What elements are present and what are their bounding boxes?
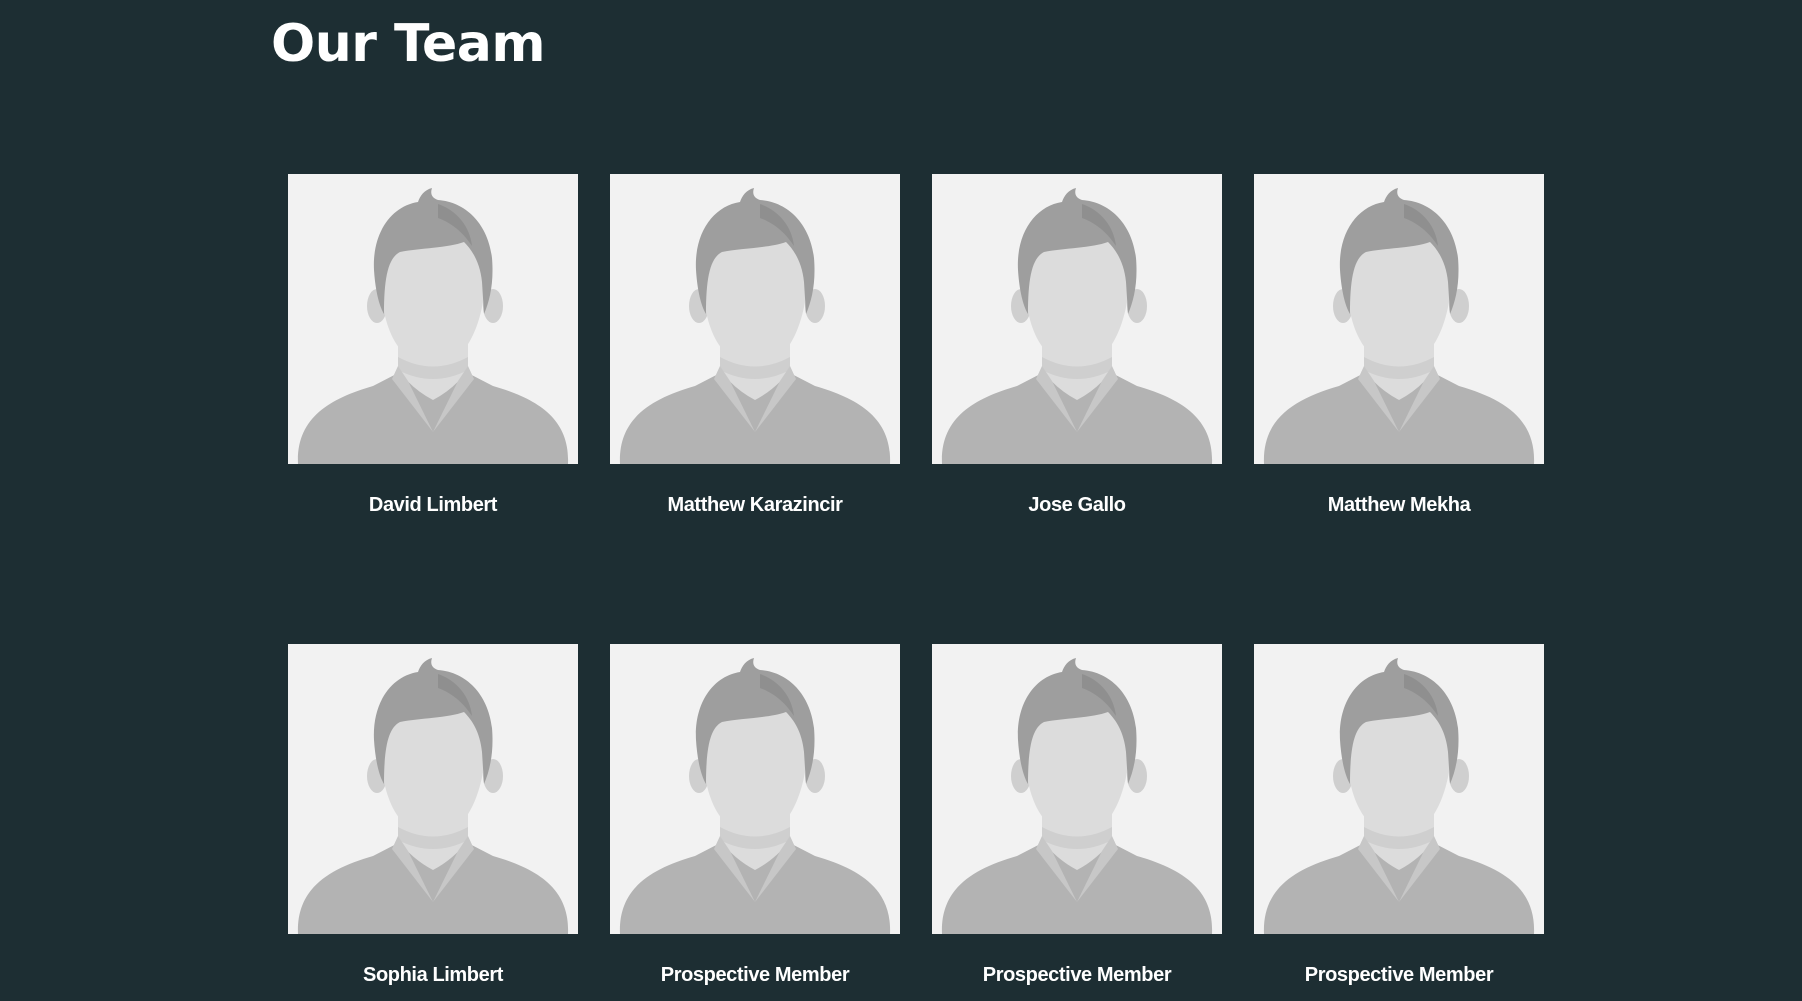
person-placeholder-icon [610,174,900,464]
member-card: Jose Gallo [932,174,1222,518]
member-name: David Limbert [368,494,498,516]
member-name: Jose Gallo [1028,494,1126,516]
member-name: Prospective Member [660,964,850,986]
member-card: David Limbert [288,174,578,518]
member-card: Prospective Member [1254,644,1544,988]
page-title: Our Team [271,14,546,74]
person-placeholder-icon [932,174,1222,464]
member-name: Matthew Karazincir [667,494,843,516]
member-avatar [610,644,900,934]
member-avatar [1254,174,1544,464]
member-name: Prospective Member [982,964,1172,986]
member-avatar [932,174,1222,464]
member-card: Prospective Member [610,644,900,988]
person-placeholder-icon [288,174,578,464]
member-avatar [288,644,578,934]
person-placeholder-icon [610,644,900,934]
member-avatar [288,174,578,464]
member-name: Prospective Member [1304,964,1494,986]
person-placeholder-icon [288,644,578,934]
member-card: Prospective Member [932,644,1222,988]
member-name: Sophia Limbert [363,964,503,986]
person-placeholder-icon [1254,644,1544,934]
member-name: Matthew Mekha [1327,494,1471,516]
member-avatar [610,174,900,464]
member-card: Matthew Karazincir [610,174,900,518]
person-placeholder-icon [932,644,1222,934]
member-avatar [1254,644,1544,934]
member-avatar [932,644,1222,934]
person-placeholder-icon [1254,174,1544,464]
team-grid: David Limbert Matthew Karazincir Jose Ga… [288,174,1544,988]
member-card: Matthew Mekha [1254,174,1544,518]
member-card: Sophia Limbert [288,644,578,988]
